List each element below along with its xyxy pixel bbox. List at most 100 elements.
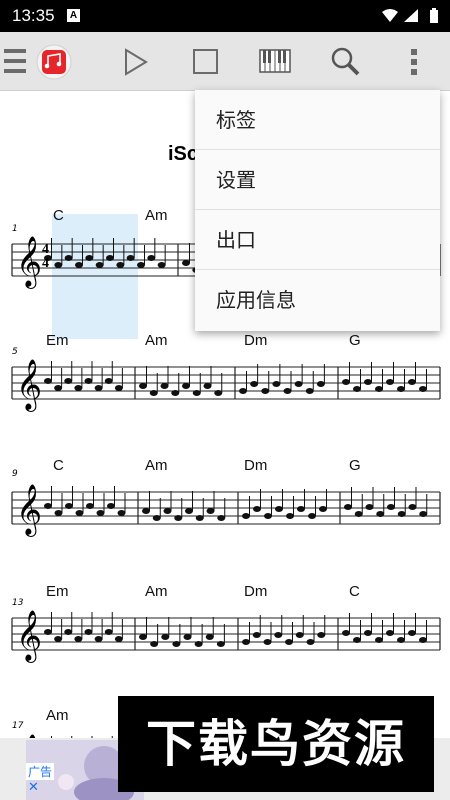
note-head	[294, 381, 303, 387]
chord-symbol: G	[349, 457, 361, 474]
chord-symbol: Em	[46, 583, 69, 600]
app-logo-icon[interactable]	[36, 44, 72, 80]
chord-symbol: Am	[145, 332, 168, 349]
time-signature-bottom: 4	[42, 256, 49, 271]
note-head	[344, 504, 352, 510]
note-head	[397, 386, 405, 392]
bar-number: 17	[12, 721, 24, 731]
treble-clef: 𝄞	[16, 610, 42, 663]
note-head	[114, 385, 123, 391]
note-head	[185, 508, 193, 514]
status-bar: 13:35 A	[0, 0, 450, 32]
note-head	[316, 381, 325, 387]
note-head	[317, 632, 326, 638]
piano-icon[interactable]	[259, 49, 291, 73]
bar-number: 1	[12, 224, 18, 234]
note-head	[137, 262, 145, 268]
note-head	[252, 632, 261, 638]
chord-symbol: C	[349, 583, 360, 600]
note-head	[354, 511, 363, 517]
menu-item-app-info[interactable]: 应用信息	[195, 270, 440, 330]
note-head	[126, 255, 135, 261]
note-head	[54, 385, 63, 391]
note-head	[386, 630, 394, 636]
note-head	[353, 386, 361, 392]
note-head	[75, 262, 83, 268]
battery-icon	[430, 10, 438, 23]
note-head	[94, 385, 103, 391]
treble-clef: 𝄞	[16, 484, 42, 537]
note-head	[239, 388, 247, 394]
note-head	[285, 639, 293, 645]
menu-item-export[interactable]: 出口	[195, 210, 440, 270]
note-head	[419, 511, 428, 517]
note-head	[386, 379, 394, 385]
note-head	[161, 634, 170, 640]
note-head	[408, 504, 417, 510]
treble-clef: 𝄞	[16, 359, 42, 412]
chord-symbol: Am	[145, 583, 168, 600]
menu-icon[interactable]	[4, 48, 26, 74]
note-head	[364, 630, 372, 636]
status-time: 13:35	[12, 6, 55, 25]
ad-close-icon[interactable]: ✕	[28, 780, 39, 795]
more-vert-icon[interactable]	[410, 48, 418, 76]
search-icon[interactable]	[330, 46, 360, 76]
note-head	[147, 255, 156, 261]
note-head	[297, 506, 305, 512]
bar-number: 9	[12, 469, 18, 479]
note-head	[182, 260, 190, 266]
chord-symbol: Am	[46, 707, 69, 724]
note-head	[275, 506, 283, 512]
note-head	[397, 511, 406, 517]
note-head	[54, 636, 63, 642]
chord-symbol: Am	[145, 207, 168, 224]
note-head	[342, 379, 350, 385]
menu-item-tags[interactable]: 标签	[195, 90, 440, 150]
note-head	[85, 255, 94, 261]
note-head	[114, 636, 123, 642]
treble-clef: 𝄞	[16, 236, 42, 289]
note-head	[152, 515, 161, 521]
chord-symbol: Dm	[244, 457, 267, 474]
note-head	[365, 504, 374, 510]
note-head	[139, 634, 147, 640]
time-signature-top: 4	[42, 242, 49, 257]
note-head	[272, 381, 281, 387]
note-head	[64, 255, 73, 261]
note-head	[250, 381, 259, 387]
stop-icon[interactable]	[193, 49, 218, 74]
note-head	[139, 383, 147, 389]
note-head	[353, 637, 361, 643]
note-head	[44, 503, 52, 509]
note-head	[54, 262, 63, 268]
note-head	[182, 383, 190, 389]
note-head	[283, 388, 292, 394]
note-head	[263, 639, 272, 645]
note-head	[194, 641, 203, 647]
note-head	[242, 639, 250, 645]
note-head	[171, 390, 180, 396]
chord-symbol: G	[349, 332, 361, 349]
note-head	[214, 390, 223, 396]
note-head	[174, 515, 183, 521]
note-head	[375, 386, 383, 392]
note-head	[274, 632, 283, 638]
note-head	[142, 508, 150, 514]
menu-item-settings[interactable]: 设置	[195, 150, 440, 210]
note-head	[44, 629, 52, 635]
score-title: iSc	[168, 143, 198, 165]
note-head	[104, 378, 113, 384]
ad-label: 广告	[26, 763, 55, 780]
note-head	[364, 379, 372, 385]
watermark-logo: 下载鸟资源	[118, 696, 434, 792]
note-head	[183, 634, 192, 640]
chord-symbol: Em	[46, 332, 69, 349]
bar-number: 5	[12, 347, 18, 357]
play-icon[interactable]	[124, 48, 148, 76]
note-head	[264, 513, 272, 519]
note-head	[106, 255, 114, 261]
note-head	[387, 504, 395, 510]
note-head	[206, 508, 215, 514]
note-head	[286, 513, 294, 519]
